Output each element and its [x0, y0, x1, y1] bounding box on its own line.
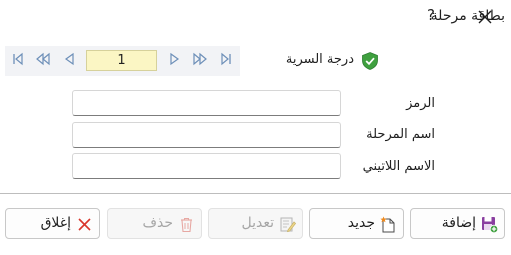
help-button[interactable]: ?	[424, 6, 438, 24]
stage-name-label: اسم المرحلة	[366, 127, 435, 142]
add-button-label: إضافة	[441, 215, 476, 231]
new-button[interactable]: جديد	[309, 208, 404, 239]
latin-name-label: الاسم اللاتيني	[362, 159, 435, 174]
stage-name-input[interactable]	[72, 122, 341, 148]
close-button[interactable]: إغلاق	[5, 208, 100, 239]
latin-name-input[interactable]	[72, 153, 341, 179]
delete-button-label: حذف	[142, 215, 173, 231]
delete-button[interactable]: حذف	[107, 208, 202, 239]
security-level-label: درجة السرية	[285, 52, 354, 67]
last-record-icon[interactable]	[219, 52, 233, 66]
edit-icon	[280, 217, 296, 233]
footer-divider	[0, 193, 511, 194]
new-button-label: جديد	[347, 215, 375, 231]
close-icon[interactable]	[474, 6, 496, 28]
save-add-icon	[482, 217, 498, 233]
x-icon	[78, 218, 91, 231]
first-record-icon[interactable]	[11, 52, 25, 66]
code-label: الرمز	[406, 96, 435, 111]
next-page-icon[interactable]	[193, 52, 207, 66]
title-bar: بطاقة مرحلة ?	[0, 0, 511, 34]
record-navigator: 1	[5, 46, 240, 76]
shield-check-icon	[362, 52, 378, 70]
code-input[interactable]	[72, 90, 341, 116]
previous-record-icon[interactable]	[62, 52, 76, 66]
edit-button-label: تعديل	[241, 215, 275, 231]
close-button-label: إغلاق	[40, 215, 71, 231]
edit-button[interactable]: تعديل	[208, 208, 303, 239]
current-record-field[interactable]: 1	[86, 50, 157, 71]
security-level: درجة السرية	[280, 50, 380, 72]
new-document-icon	[380, 216, 395, 233]
previous-page-icon[interactable]	[36, 52, 50, 66]
next-record-icon[interactable]	[168, 52, 182, 66]
add-button[interactable]: إضافة	[410, 208, 505, 239]
trash-icon	[181, 218, 192, 233]
